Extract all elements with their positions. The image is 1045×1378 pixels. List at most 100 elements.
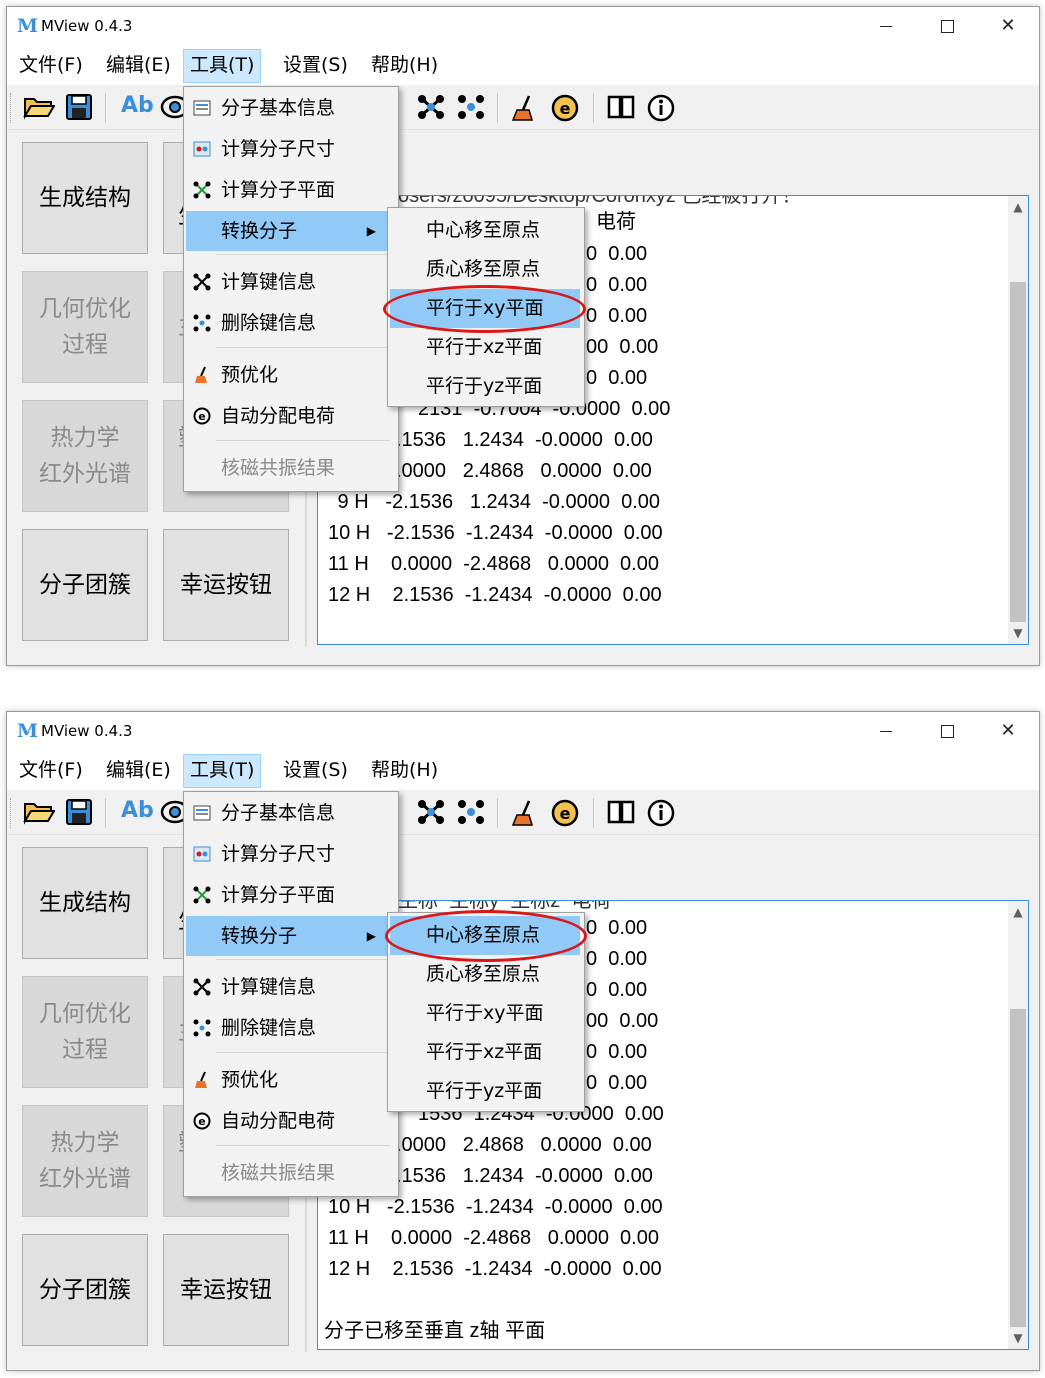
- scroll-up-icon[interactable]: ▲: [1008, 200, 1028, 214]
- generate-structure-button[interactable]: 生成结构: [22, 142, 148, 254]
- menu-item-molecule-plane[interactable]: 计算分子平面: [186, 170, 396, 210]
- menu-item-nmr[interactable]: 核磁共振结果: [186, 1153, 396, 1193]
- menu-settings[interactable]: 设置(S): [277, 49, 354, 81]
- scroll-thumb[interactable]: [1010, 282, 1026, 622]
- open-folder-icon[interactable]: [23, 799, 55, 825]
- submenu-item-mass-center-origin[interactable]: 质心移至原点: [390, 250, 580, 289]
- charge-icon[interactable]: e: [551, 799, 581, 827]
- charge-icon[interactable]: e: [551, 94, 581, 122]
- menu-help[interactable]: 帮助(H): [365, 754, 444, 786]
- output-line: 0 0.00: [586, 367, 648, 389]
- toolbar-separator: [105, 93, 106, 123]
- delete-bond-icon[interactable]: [457, 94, 485, 120]
- menu-item-pre-optimize[interactable]: 预优化: [186, 355, 396, 395]
- submenu-item-parallel-yz[interactable]: 平行于yz平面: [390, 367, 580, 406]
- minimize-button[interactable]: [857, 714, 915, 748]
- molecule-cluster-button[interactable]: 分子团簇: [22, 1234, 148, 1346]
- bond-icon: [193, 978, 211, 996]
- output-line: 0 0.00: [586, 305, 648, 327]
- geometry-optimization-button[interactable]: 几何优化 过程: [22, 976, 148, 1088]
- geometry-optimization-button[interactable]: 几何优化 过程: [22, 271, 148, 383]
- submenu-item-parallel-xz[interactable]: 平行于xz平面: [390, 1033, 580, 1072]
- output-line: .0000 2.4868 0.0000 0.00: [396, 460, 652, 482]
- app-logo-icon: M: [17, 15, 39, 37]
- svg-text:e: e: [560, 804, 571, 823]
- charge-icon: e: [193, 407, 211, 425]
- output-line: .0000 2.4868 0.0000 0.00: [396, 1134, 652, 1156]
- menu-item-nmr[interactable]: 核磁共振结果: [186, 448, 396, 488]
- menu-settings[interactable]: 设置(S): [277, 754, 354, 786]
- menu-bar: 文件(F) 编辑(E) 工具(T) 设置(S) 帮助(H): [7, 750, 1039, 790]
- menu-item-transform[interactable]: 转换分子 ▶: [186, 211, 388, 251]
- menu-item-bond-info[interactable]: 计算键信息: [186, 967, 396, 1007]
- menu-item-pre-optimize[interactable]: 预优化: [186, 1060, 396, 1100]
- menu-item-auto-charge[interactable]: e 自动分配电荷: [186, 1101, 396, 1141]
- bond-icon[interactable]: [417, 799, 445, 825]
- delete-bond-icon: [193, 1019, 211, 1037]
- output-line: 0 0.00: [586, 979, 648, 1001]
- menu-item-bond-info[interactable]: 计算键信息: [186, 262, 396, 302]
- submenu-arrow-icon: ▶: [366, 224, 376, 238]
- save-icon[interactable]: [65, 94, 93, 120]
- svg-text:e: e: [198, 1115, 205, 1128]
- menu-item-molecule-size[interactable]: 计算分子尺寸: [186, 129, 396, 169]
- measure-icon: [193, 141, 211, 157]
- menu-item-molecule-info[interactable]: 分子基本信息: [186, 793, 396, 833]
- menu-item-delete-bond[interactable]: 删除键信息: [186, 1008, 396, 1048]
- submenu-item-center-origin[interactable]: 中心移至原点: [390, 211, 580, 250]
- menu-item-transform[interactable]: 转换分子 ▶: [186, 916, 388, 956]
- lucky-button[interactable]: 幸运按钮: [163, 1234, 289, 1346]
- menu-file[interactable]: 文件(F): [13, 754, 89, 786]
- close-button[interactable]: ✕: [979, 9, 1037, 43]
- scroll-down-icon[interactable]: ▼: [1008, 1331, 1028, 1345]
- menu-tools[interactable]: 工具(T): [183, 49, 262, 83]
- delete-bond-icon[interactable]: [457, 799, 485, 825]
- menu-edit[interactable]: 编辑(E): [100, 49, 177, 81]
- bond-icon[interactable]: [417, 94, 445, 120]
- scroll-up-icon[interactable]: ▲: [1008, 905, 1028, 919]
- menu-item-auto-charge[interactable]: e 自动分配电荷: [186, 396, 396, 436]
- save-icon[interactable]: [65, 799, 93, 825]
- info-icon[interactable]: [647, 799, 677, 827]
- broom-icon[interactable]: [511, 94, 541, 122]
- menu-item-molecule-size[interactable]: 计算分子尺寸: [186, 834, 396, 874]
- title-bar: M MView 0.4.3 ✕: [7, 712, 1039, 750]
- menu-tools[interactable]: 工具(T): [183, 754, 262, 788]
- book-icon[interactable]: [607, 799, 637, 825]
- thermo-ir-button[interactable]: 热力学 红外光谱: [22, 400, 148, 512]
- close-button[interactable]: ✕: [979, 714, 1037, 748]
- menu-separator: [216, 254, 390, 255]
- scroll-thumb[interactable]: [1010, 1009, 1026, 1327]
- maximize-button[interactable]: [918, 9, 976, 43]
- book-icon[interactable]: [607, 94, 637, 120]
- maximize-button[interactable]: [918, 714, 976, 748]
- font-icon[interactable]: Ab: [121, 798, 154, 823]
- broom-icon[interactable]: [511, 799, 541, 827]
- submenu-item-parallel-xz[interactable]: 平行于xz平面: [390, 328, 580, 367]
- minimize-button[interactable]: [857, 9, 915, 43]
- menu-file[interactable]: 文件(F): [13, 49, 89, 81]
- svg-text:e: e: [560, 99, 571, 118]
- submenu-item-parallel-yz[interactable]: 平行于yz平面: [390, 1072, 580, 1111]
- menu-item-delete-bond[interactable]: 删除键信息: [186, 303, 396, 343]
- open-folder-icon[interactable]: [23, 94, 55, 120]
- thermo-ir-button[interactable]: 热力学 红外光谱: [22, 1105, 148, 1217]
- menu-edit[interactable]: 编辑(E): [100, 754, 177, 786]
- molecule-cluster-button[interactable]: 分子团簇: [22, 529, 148, 641]
- font-icon[interactable]: Ab: [121, 93, 154, 118]
- menu-item-molecule-info[interactable]: 分子基本信息: [186, 88, 396, 128]
- output-line: 0 0.00: [586, 917, 648, 939]
- menu-separator: [216, 959, 390, 960]
- vertical-scrollbar[interactable]: ▲ ▼: [1008, 196, 1028, 644]
- lucky-button[interactable]: 幸运按钮: [163, 529, 289, 641]
- output-line: 9 H -2.1536 1.2434 -0.0000 0.00: [332, 491, 661, 513]
- submenu-item-parallel-xy[interactable]: 平行于xy平面: [390, 994, 580, 1033]
- info-icon[interactable]: [647, 94, 677, 122]
- vertical-scrollbar[interactable]: ▲ ▼: [1008, 901, 1028, 1349]
- output-line: 12 H 2.1536 -1.2434 -0.0000 0.00: [328, 584, 662, 606]
- scroll-down-icon[interactable]: ▼: [1008, 626, 1028, 640]
- menu-item-molecule-plane[interactable]: 计算分子平面: [186, 875, 396, 915]
- output-line: .1536 1.2434 -0.0000 0.00: [396, 429, 653, 451]
- generate-structure-button[interactable]: 生成结构: [22, 847, 148, 959]
- menu-help[interactable]: 帮助(H): [365, 49, 444, 81]
